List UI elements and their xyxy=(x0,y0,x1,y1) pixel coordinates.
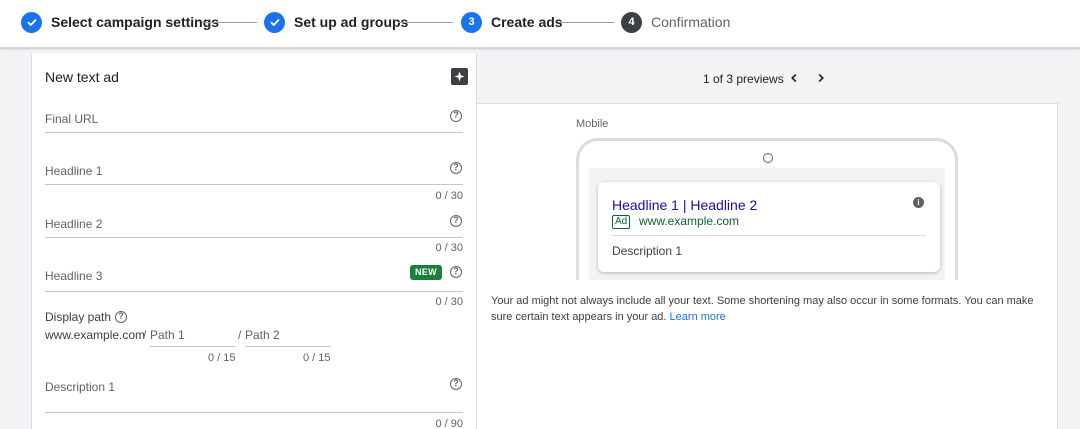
new-badge: NEW xyxy=(410,265,442,280)
ad-headline: Headline 1 | Headline 2 xyxy=(612,197,758,213)
char-counter: 0 / 30 xyxy=(435,190,463,202)
step-label: Set up ad groups xyxy=(294,14,409,30)
step-set-up-ad-groups[interactable]: Set up ad groups xyxy=(264,11,408,33)
char-counter: 0 / 30 xyxy=(435,296,463,308)
step-confirmation[interactable]: 4 Confirmation xyxy=(621,11,730,33)
ad-display-url: www.example.com xyxy=(639,214,740,228)
step-number-badge: 4 xyxy=(621,11,642,33)
preview-toolbar: 1 of 3 previews xyxy=(477,54,1058,104)
disclaimer-text: Your ad might not always include all you… xyxy=(491,295,1034,323)
camera-icon xyxy=(763,153,773,163)
step-label: Select campaign settings xyxy=(51,14,220,30)
headline-1-field[interactable]: Headline 1 ? 0 / 30 xyxy=(45,162,463,202)
headline-2-label: Headline 2 xyxy=(45,217,103,231)
preview-disclaimer: Your ad might not always include all you… xyxy=(491,293,1051,325)
input-underline xyxy=(245,346,331,347)
input-underline xyxy=(45,184,463,185)
help-icon[interactable]: ? xyxy=(450,162,462,174)
display-path-domain: www.example.com xyxy=(45,328,146,342)
sparkle-icon[interactable] xyxy=(451,68,468,85)
input-underline xyxy=(45,132,463,133)
headline-3-field[interactable]: Headline 3 NEW ? 0 / 30 xyxy=(45,265,463,309)
ad-preview-card: Headline 1 | Headline 2 i Ad www.example… xyxy=(598,182,940,272)
description-1-field[interactable]: Description 1 ? 0 / 90 xyxy=(45,377,463,429)
ad-divider xyxy=(612,235,926,236)
chevron-left-icon[interactable] xyxy=(785,69,803,87)
description-1-label: Description 1 xyxy=(45,380,116,394)
check-icon xyxy=(21,11,42,33)
ad-preview-panel: 1 of 3 previews Mobile Headline 1 | Head… xyxy=(477,54,1058,429)
input-underline xyxy=(45,291,463,292)
phone-frame: Headline 1 | Headline 2 i Ad www.example… xyxy=(576,138,958,280)
step-connector xyxy=(559,22,614,23)
path-2-input[interactable]: Path 2 xyxy=(245,328,280,342)
step-number-badge: 3 xyxy=(461,11,482,33)
char-counter: 0 / 15 xyxy=(303,352,331,364)
step-connector xyxy=(202,22,257,23)
phone-screen: Headline 1 | Headline 2 i Ad www.example… xyxy=(589,168,945,280)
input-underline xyxy=(45,412,463,413)
learn-more-link[interactable]: Learn more xyxy=(670,311,726,323)
preview-count: 1 of 3 previews xyxy=(703,72,784,86)
help-icon[interactable]: ? xyxy=(450,266,462,278)
step-select-campaign-settings[interactable]: Select campaign settings xyxy=(21,11,219,33)
final-url-label: Final URL xyxy=(45,112,99,126)
step-connector xyxy=(398,22,453,23)
step-create-ads[interactable]: 3 Create ads xyxy=(461,11,563,33)
step-label: Confirmation xyxy=(651,14,731,30)
device-label: Mobile xyxy=(576,118,609,130)
ad-tag: Ad xyxy=(612,215,631,229)
headline-1-label: Headline 1 xyxy=(45,164,103,178)
ad-description: Description 1 xyxy=(612,244,683,258)
check-icon xyxy=(264,11,285,33)
headline-3-label: Headline 3 xyxy=(45,269,103,283)
info-icon[interactable]: i xyxy=(913,197,924,208)
help-icon[interactable]: ? xyxy=(115,311,128,323)
char-counter: 0 / 90 xyxy=(435,418,463,429)
char-counter: 0 / 15 xyxy=(208,352,236,364)
final-url-field[interactable]: Final URL ? xyxy=(45,110,463,134)
stepper-header: Select campaign settings Set up ad group… xyxy=(0,0,1080,48)
display-path-label-text: Display path xyxy=(45,310,112,324)
step-label: Create ads xyxy=(491,14,563,30)
help-icon[interactable]: ? xyxy=(450,378,462,390)
chevron-right-icon[interactable] xyxy=(812,69,830,87)
char-counter: 0 / 30 xyxy=(435,242,463,254)
help-icon[interactable]: ? xyxy=(450,215,462,227)
help-icon[interactable]: ? xyxy=(450,110,462,122)
panel-title: New text ad xyxy=(45,69,119,85)
input-underline xyxy=(150,346,236,347)
path-separator: / xyxy=(238,328,242,342)
path-separator: / xyxy=(143,328,147,342)
display-path-label: Display path ? xyxy=(45,310,128,324)
input-underline xyxy=(45,237,463,238)
ad-form-panel: New text ad Final URL ? Headline 1 ? 0 /… xyxy=(31,54,477,429)
headline-2-field[interactable]: Headline 2 ? 0 / 30 xyxy=(45,214,463,254)
path-1-input[interactable]: Path 1 xyxy=(150,328,185,342)
